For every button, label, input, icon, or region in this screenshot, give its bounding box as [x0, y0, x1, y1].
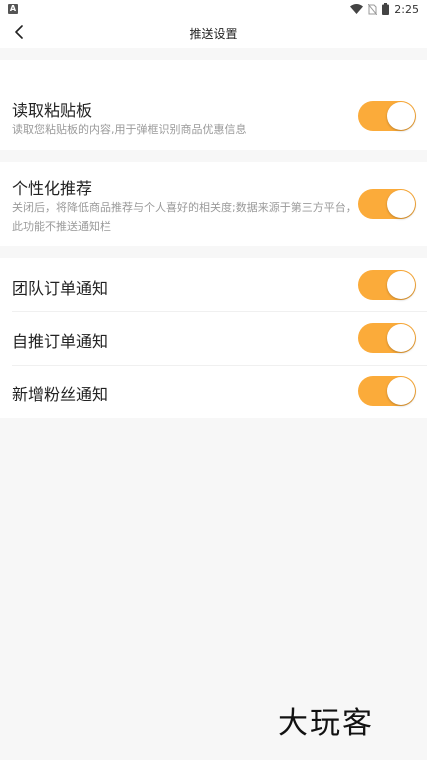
setting-row-team-order: 团队订单通知 — [0, 258, 427, 311]
notification-section: 团队订单通知 自推订单通知 新增粉丝通知 — [0, 258, 427, 418]
toggle-knob — [387, 271, 415, 299]
setting-description: 读取您粘贴板的内容,用于弹框识别商品优惠信息 — [12, 123, 247, 136]
status-bar: A 2:25 — [0, 0, 427, 18]
clipboard-toggle[interactable] — [358, 101, 416, 131]
setting-description: 关闭后，将降低商品推荐与个人喜好的相关度;数据来源于第三方平台，此功能不推送通知… — [12, 201, 357, 233]
setting-row-self-order: 自推订单通知 — [0, 312, 427, 365]
setting-row-new-fans: 新增粉丝通知 — [0, 366, 427, 418]
recommendation-toggle[interactable] — [358, 189, 416, 219]
back-button[interactable] — [6, 20, 32, 46]
chevron-left-icon — [13, 24, 25, 43]
status-left: A — [8, 4, 18, 14]
recommendation-section: 个性化推荐 关闭后，将降低商品推荐与个人喜好的相关度;数据来源于第三方平台，此功… — [0, 162, 427, 246]
no-sim-icon — [368, 3, 378, 15]
setting-row-recommendation: 个性化推荐 关闭后，将降低商品推荐与个人喜好的相关度;数据来源于第三方平台，此功… — [0, 162, 427, 246]
setting-row-clipboard: 读取粘贴板 读取您粘贴板的内容,用于弹框识别商品优惠信息 — [0, 60, 427, 150]
setting-title: 个性化推荐 — [12, 179, 93, 198]
watermark-logo: 大玩客 — [278, 706, 374, 741]
toggle-knob — [387, 377, 415, 405]
setting-title: 新增粉丝通知 — [12, 385, 109, 404]
setting-title: 团队订单通知 — [12, 279, 109, 298]
setting-title: 自推订单通知 — [12, 332, 109, 351]
nav-bar: 推送设置 — [0, 18, 427, 48]
page-title: 推送设置 — [189, 26, 238, 41]
setting-title: 读取粘贴板 — [12, 101, 93, 120]
team-order-toggle[interactable] — [358, 270, 416, 300]
toggle-knob — [387, 102, 415, 130]
self-order-toggle[interactable] — [358, 323, 416, 353]
battery-icon — [382, 3, 390, 15]
wifi-icon — [350, 4, 364, 14]
toggle-knob — [387, 324, 415, 352]
toggle-knob — [387, 190, 415, 218]
clipboard-section: 读取粘贴板 读取您粘贴板的内容,用于弹框识别商品优惠信息 — [0, 60, 427, 150]
status-time: 2:25 — [394, 2, 419, 16]
new-fans-toggle[interactable] — [358, 376, 416, 406]
status-badge: A — [8, 4, 18, 14]
status-right: 2:25 — [350, 3, 419, 16]
